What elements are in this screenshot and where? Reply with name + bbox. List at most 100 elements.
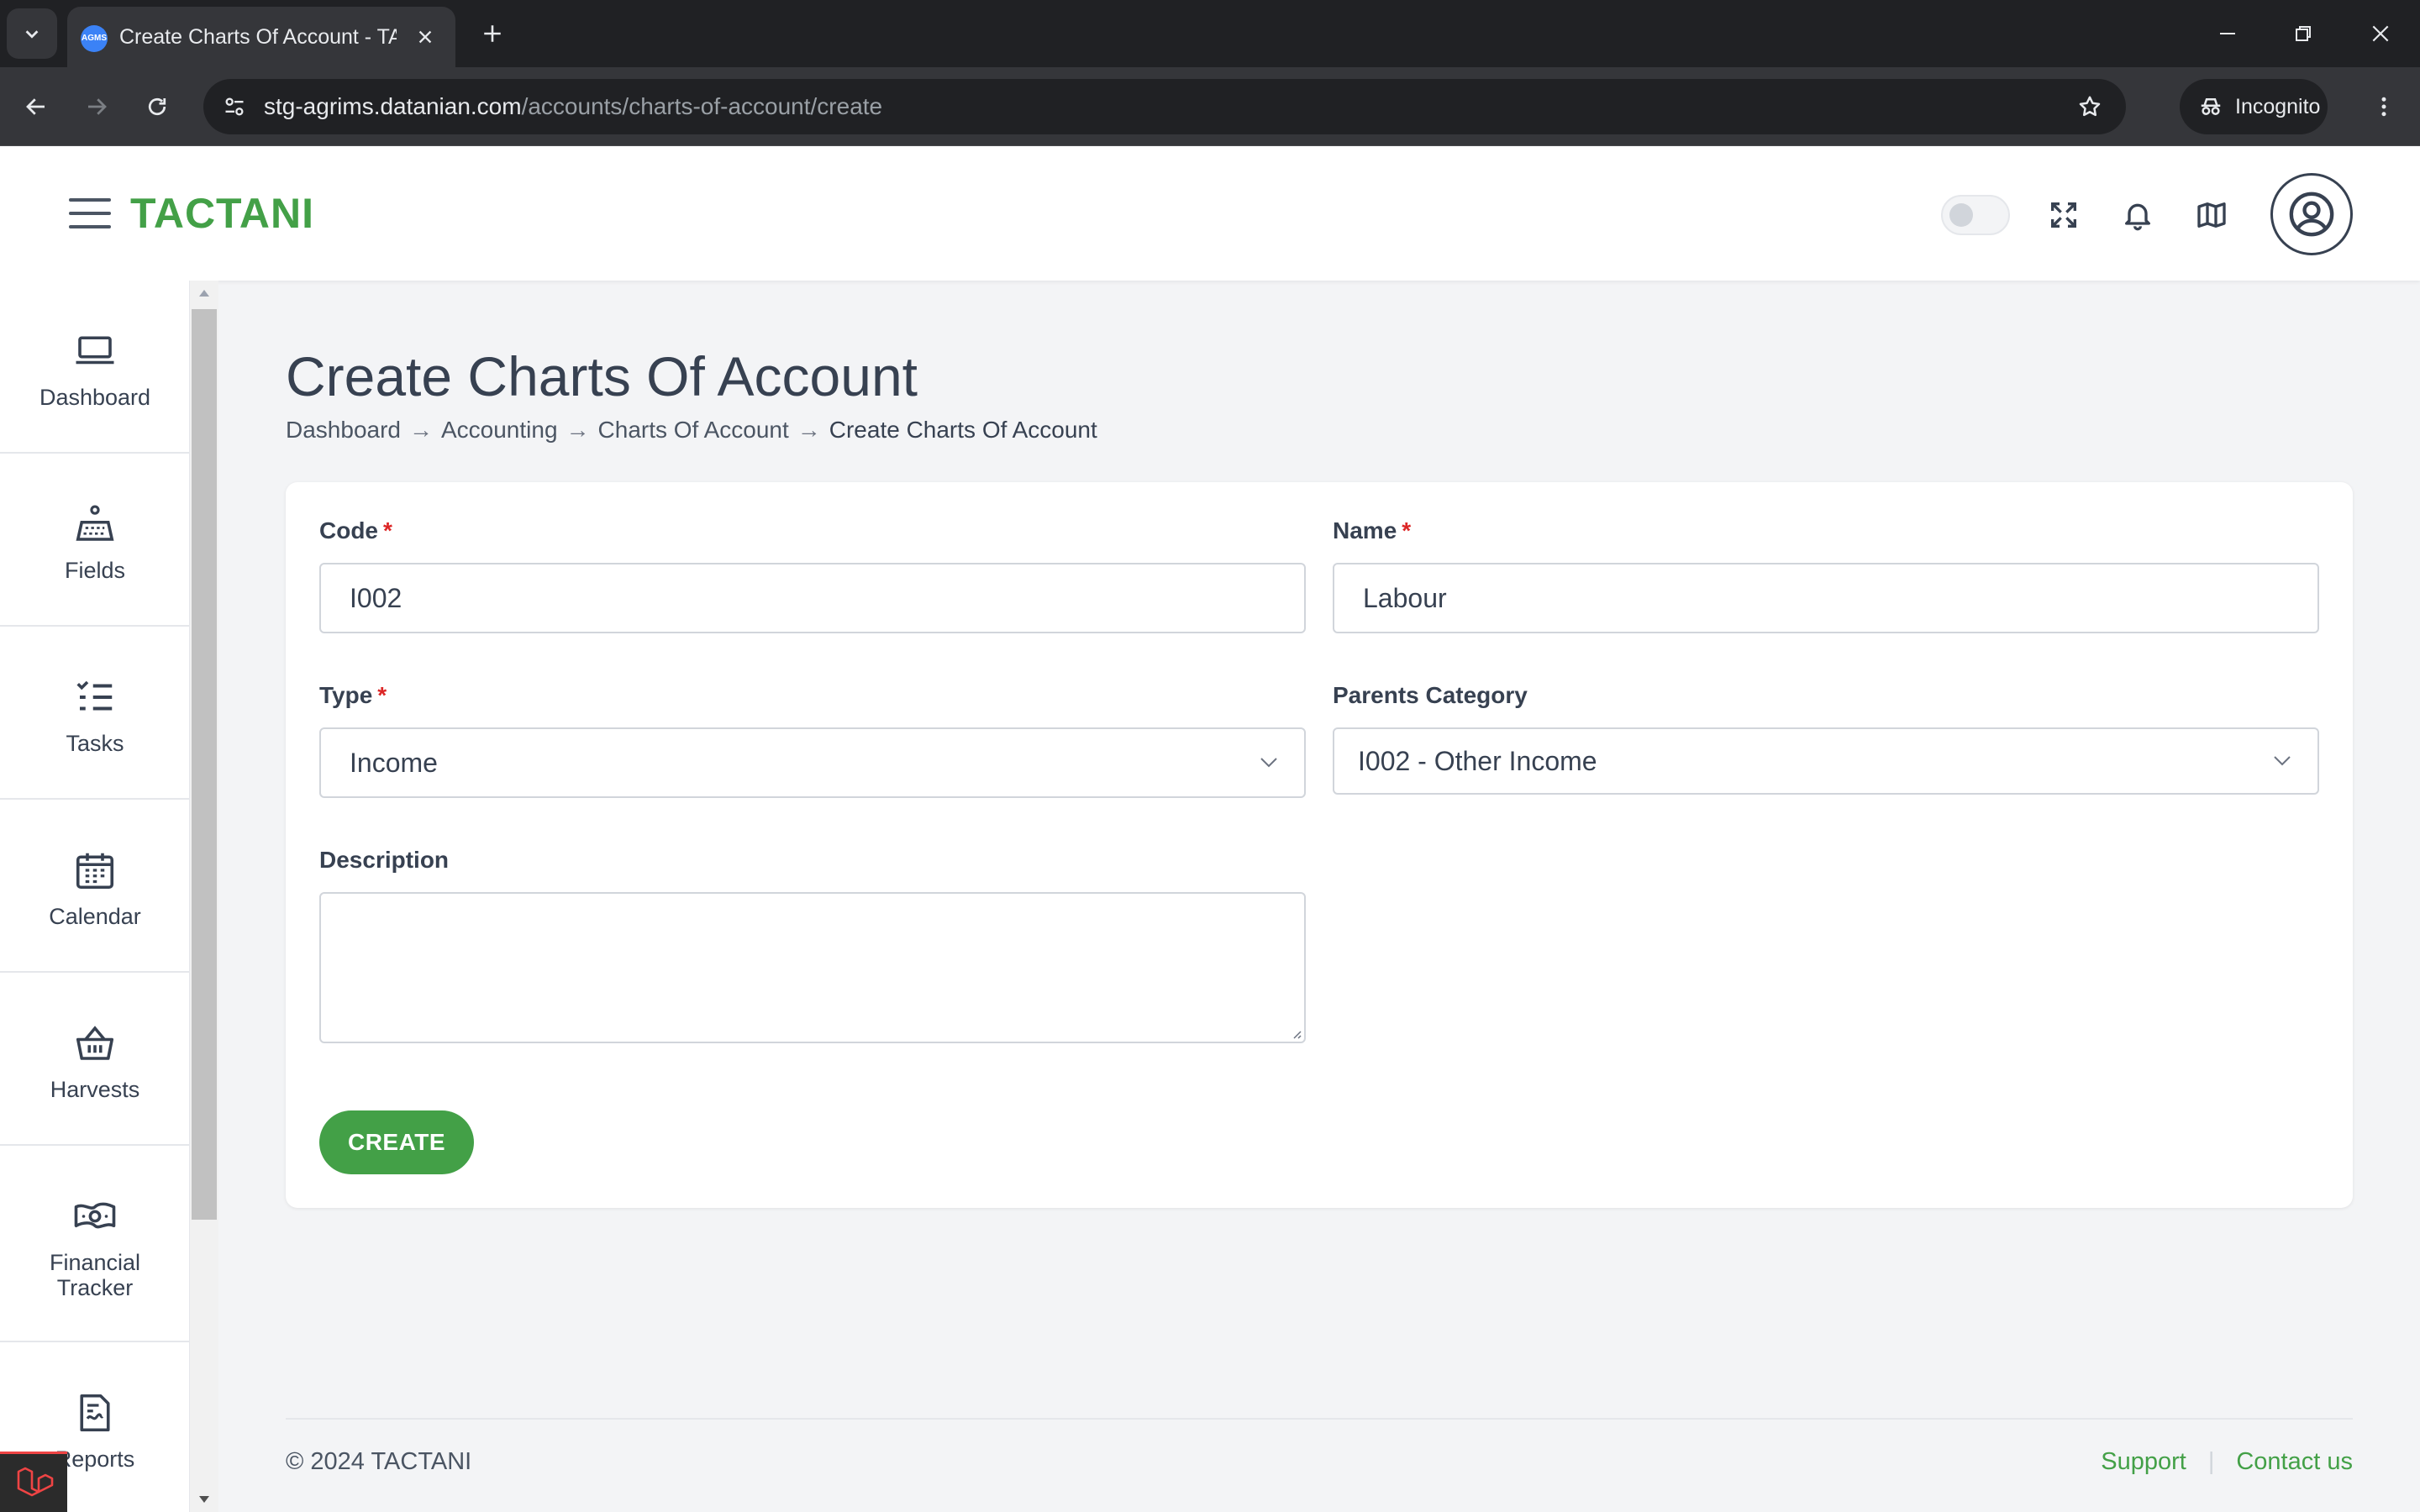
- browser-toolbar: stg-agrims.datanian.com/accounts/charts-…: [0, 67, 2420, 146]
- brand-logo[interactable]: TACTANI: [130, 146, 314, 281]
- sidebar-item-label: Harvests: [50, 1077, 140, 1102]
- sidebar-item-fields[interactable]: Fields: [0, 454, 189, 627]
- breadcrumb-separator: →: [566, 417, 590, 443]
- forward-button[interactable]: [72, 82, 121, 131]
- chevron-down-icon: [2272, 753, 2292, 769]
- url-path: /accounts/charts-of-account/create: [521, 93, 883, 119]
- sidebar-item-tasks[interactable]: Tasks: [0, 627, 189, 800]
- browser-tab-strip: AGMS Create Charts Of Account - TACTANI: [0, 0, 2420, 67]
- app-header: TACTANI: [0, 146, 2420, 281]
- incognito-indicator[interactable]: Incognito: [2180, 79, 2328, 134]
- copyright-text: © 2024 TACTANI: [286, 1448, 472, 1475]
- favicon-icon: AGMS: [81, 25, 108, 52]
- sidebar-item-label: Financial Tracker: [49, 1250, 141, 1300]
- description-textarea[interactable]: [319, 892, 1306, 1043]
- scrollbar-thumb[interactable]: [192, 309, 217, 1220]
- theme-toggle[interactable]: [1941, 195, 2010, 235]
- fullscreen-button[interactable]: [2042, 193, 2086, 237]
- reload-button[interactable]: [133, 82, 182, 131]
- url-host: stg-agrims.datanian.com: [264, 93, 522, 119]
- parent-category-select[interactable]: I002 - Other Income: [1333, 727, 2319, 795]
- name-label: Name *: [1333, 517, 1412, 543]
- breadcrumb-current: Create Charts Of Account: [829, 417, 1097, 443]
- site-info-button[interactable]: [215, 87, 254, 126]
- code-input[interactable]: I002: [319, 563, 1306, 633]
- reload-icon: [148, 97, 166, 116]
- menu-toggle-button[interactable]: [69, 193, 111, 234]
- tab-search-button[interactable]: [7, 8, 57, 59]
- arrow-left-icon: [26, 98, 45, 115]
- window-close-button[interactable]: [2343, 0, 2418, 67]
- contact-link[interactable]: Contact us: [2236, 1448, 2353, 1476]
- scroll-down-icon[interactable]: [190, 1487, 218, 1512]
- laptop-icon: [71, 328, 118, 375]
- resize-grip-icon[interactable]: [1289, 1026, 1302, 1040]
- more-vertical-icon: [2381, 97, 2386, 117]
- sidebar-item-calendar[interactable]: Calendar: [0, 800, 189, 973]
- field-icon: [71, 501, 118, 548]
- bell-icon: [2125, 203, 2150, 231]
- type-label: Type *: [319, 682, 387, 708]
- restore-button[interactable]: [2265, 0, 2341, 67]
- tab-close-button[interactable]: [407, 18, 444, 55]
- sidebar-item-label: Dashboard: [39, 385, 151, 410]
- sidebar-item-harvests[interactable]: Harvests: [0, 973, 189, 1146]
- breadcrumb-dashboard[interactable]: Dashboard: [286, 417, 401, 444]
- support-link[interactable]: Support: [2101, 1448, 2186, 1476]
- new-tab-button[interactable]: [471, 12, 514, 55]
- footer-links: Support | Contact us: [2101, 1448, 2353, 1476]
- form-card: Code * I002 Name * Labour Type * Income Par…: [286, 482, 2353, 1208]
- tab-title: Create Charts Of Account - TACTANI: [119, 25, 397, 49]
- sidebar-item-dashboard[interactable]: Dashboard: [0, 281, 189, 454]
- user-circle-icon: [2289, 192, 2334, 237]
- arrow-right-icon: [88, 98, 107, 115]
- user-avatar-button[interactable]: [2270, 173, 2353, 255]
- breadcrumb-separator: →: [797, 417, 821, 443]
- footer-divider: [286, 1418, 2353, 1420]
- debugbar-toggle[interactable]: [0, 1452, 67, 1512]
- incognito-icon: [2201, 98, 2221, 115]
- breadcrumb: Dashboard → Accounting → Charts Of Accou…: [286, 417, 1097, 444]
- page-title: Create Charts Of Account: [286, 345, 918, 407]
- money-icon: [71, 1193, 118, 1240]
- back-button[interactable]: [12, 82, 60, 131]
- bookmark-button[interactable]: [2070, 87, 2109, 126]
- address-bar[interactable]: stg-agrims.datanian.com/accounts/charts-…: [203, 79, 2126, 134]
- required-marker: *: [383, 517, 392, 543]
- sidebar-item-label: Calendar: [49, 904, 141, 929]
- browser-tab-active[interactable]: AGMS Create Charts Of Account - TACTANI: [67, 7, 455, 67]
- incognito-label: Incognito: [2235, 94, 2321, 118]
- sidebar-item-financial-tracker[interactable]: Financial Tracker: [0, 1146, 189, 1342]
- type-select-value: Income: [350, 748, 438, 778]
- parent-category-label: Parents Category: [1333, 682, 1528, 708]
- url-text: stg-agrims.datanian.com/accounts/charts-…: [264, 79, 882, 134]
- parent-category-value: I002 - Other Income: [1358, 746, 1597, 776]
- description-label: Description: [319, 847, 450, 873]
- minimize-button[interactable]: [2190, 0, 2265, 67]
- type-select[interactable]: Income: [319, 727, 1306, 798]
- sidebar-scrollbar[interactable]: [190, 281, 218, 1512]
- laravel-logo-icon: [17, 1467, 54, 1496]
- breadcrumb-charts-of-account[interactable]: Charts Of Account: [598, 417, 789, 444]
- chevron-down-icon: [25, 30, 39, 39]
- code-label: Code *: [319, 517, 392, 543]
- browser-menu-button[interactable]: [2360, 82, 2408, 131]
- minimize-icon: [2220, 33, 2235, 34]
- name-input[interactable]: Labour: [1333, 563, 2319, 633]
- sidebar-item-label: Tasks: [66, 731, 124, 756]
- plus-icon: [484, 25, 501, 42]
- close-icon: [2372, 25, 2389, 42]
- breadcrumb-accounting[interactable]: Accounting: [441, 417, 558, 444]
- map-icon: [2197, 202, 2226, 228]
- report-icon: [71, 1389, 118, 1436]
- create-button[interactable]: CREATE: [319, 1110, 474, 1174]
- chevron-down-icon: [1259, 754, 1279, 771]
- star-icon: [2079, 96, 2101, 117]
- notifications-button[interactable]: [2116, 193, 2160, 237]
- close-icon: [418, 30, 432, 44]
- required-marker: *: [377, 682, 387, 708]
- map-button[interactable]: [2190, 193, 2233, 237]
- scroll-up-icon[interactable]: [190, 281, 218, 306]
- fullscreen-icon: [2051, 202, 2076, 228]
- tune-icon: [225, 97, 244, 116]
